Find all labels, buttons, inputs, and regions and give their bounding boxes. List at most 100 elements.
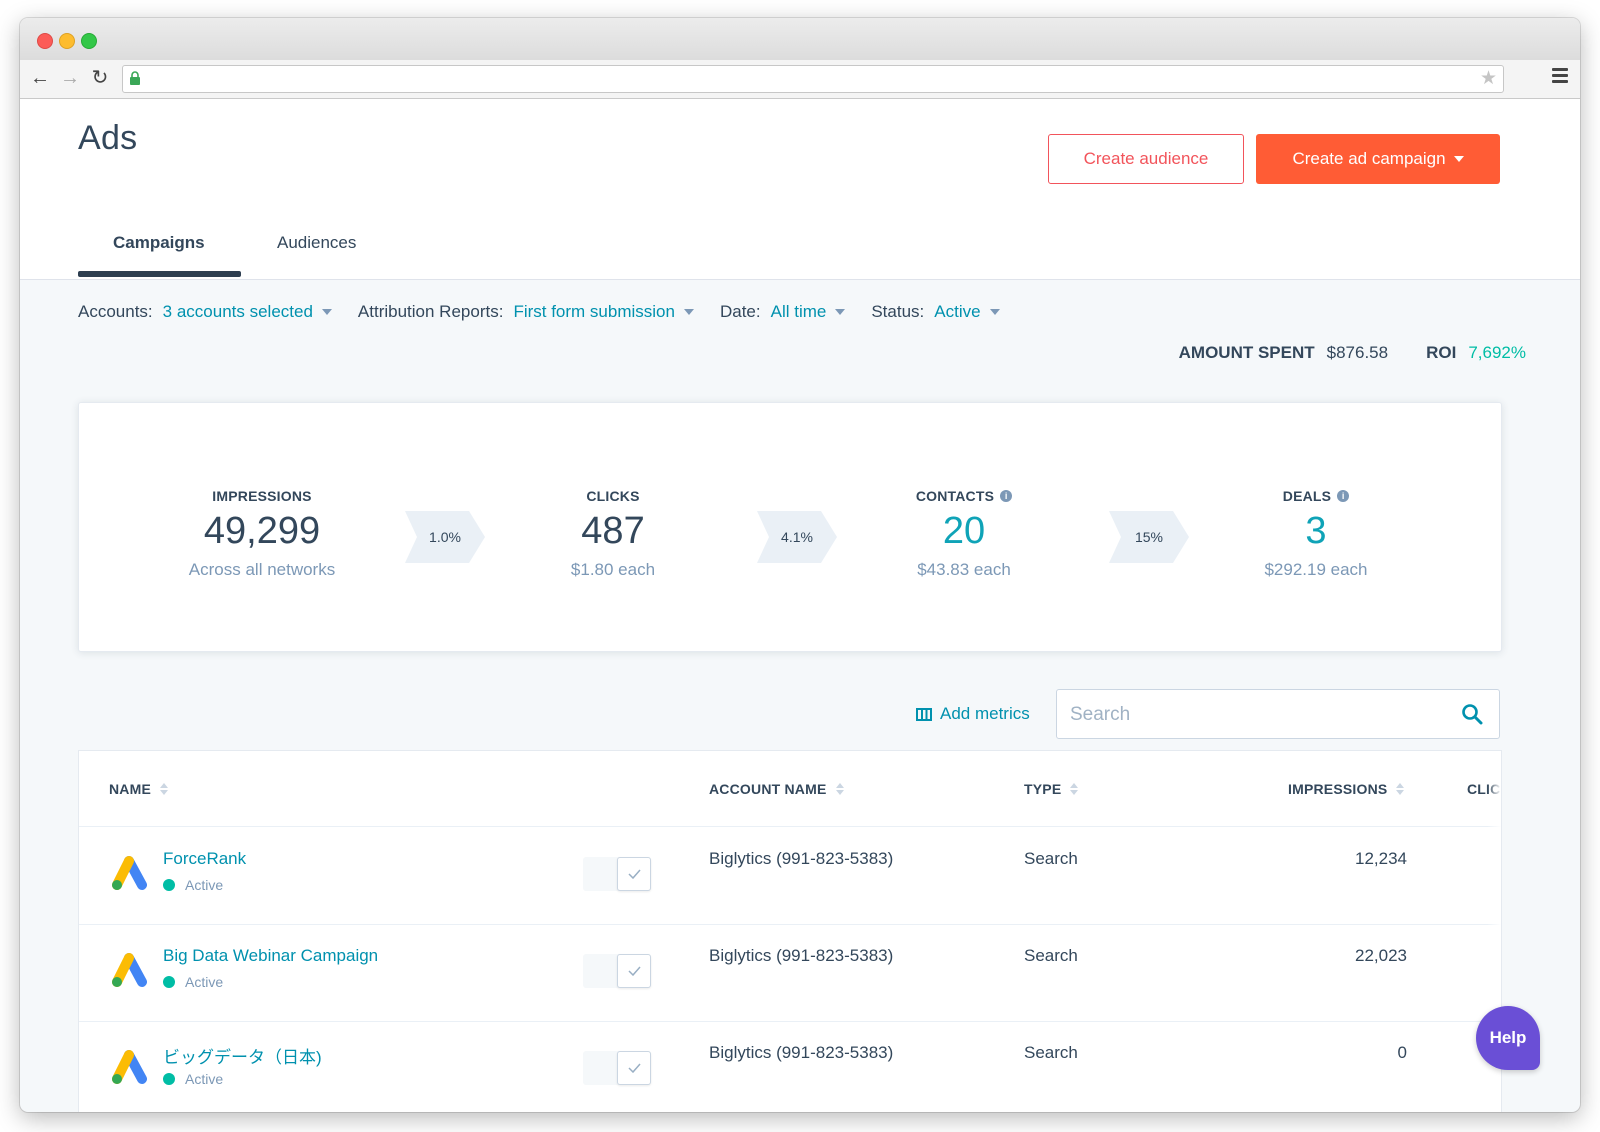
filter-value[interactable]: 3 accounts selected <box>163 302 313 322</box>
sort-icon <box>1396 783 1405 795</box>
metric-value: 49,299 <box>203 510 321 552</box>
tab-campaigns[interactable]: Campaigns <box>113 233 205 253</box>
active-tab-indicator <box>78 271 241 277</box>
maximize-window-button[interactable] <box>81 33 97 49</box>
info-icon[interactable]: i <box>1000 490 1013 502</box>
checkmark-icon <box>628 1063 641 1073</box>
google-ads-icon <box>109 952 149 995</box>
metric-subtext: $1.80 each <box>570 560 656 579</box>
metric-value: 487 <box>581 510 645 552</box>
column-header-type[interactable]: TYPE <box>1024 781 1079 797</box>
spend-summary: AMOUNT SPENT $876.58 ROI 7,692% <box>1179 343 1526 363</box>
add-metrics-button[interactable]: Add metrics <box>916 704 1030 724</box>
column-header-name[interactable]: NAME <box>109 781 169 797</box>
impressions-cell: 22,023 <box>1355 946 1407 965</box>
metric-value[interactable]: 20 <box>844 508 1084 554</box>
help-button[interactable]: Help <box>1476 1006 1540 1070</box>
status-dot <box>163 1073 175 1085</box>
add-metrics-label: Add metrics <box>940 704 1030 723</box>
browser-toolbar: ← → ↻ ★ <box>20 60 1580 99</box>
close-window-button[interactable] <box>37 33 53 49</box>
account-name-cell: Biglytics (991-823-5383) <box>709 946 894 965</box>
filter-label: Status: <box>871 302 925 321</box>
page-title: Ads <box>78 119 138 157</box>
conversion-rate: 1.0% <box>429 529 461 545</box>
table-row[interactable]: Big Data Webinar Campaign Active Biglyti… <box>79 924 1501 1022</box>
type-cell: Search <box>1024 1043 1078 1062</box>
browser-menu-icon[interactable] <box>1552 68 1568 86</box>
campaign-name-link[interactable]: Big Data Webinar Campaign <box>163 946 378 966</box>
campaign-status: Active <box>163 1071 223 1087</box>
clicks-metric: CLICKS 487 $1.80 each <box>493 488 733 580</box>
reload-icon[interactable]: ↻ <box>88 66 112 90</box>
date-filter[interactable]: Date: All time <box>720 302 846 322</box>
forward-arrow-icon[interactable]: → <box>58 66 82 90</box>
address-bar[interactable]: ★ <box>122 65 1504 93</box>
caret-down-icon <box>1453 156 1464 162</box>
campaign-toggle[interactable] <box>583 954 651 988</box>
create-audience-button[interactable]: Create audience <box>1048 134 1244 184</box>
metric-subtext: Across all networks <box>188 560 336 579</box>
caret-down-icon <box>835 309 846 315</box>
status-text: Active <box>185 1071 224 1087</box>
amount-spent-value: $876.58 <box>1326 343 1389 362</box>
search-icon[interactable] <box>1461 703 1483 730</box>
google-ads-icon <box>109 1049 149 1092</box>
sort-icon <box>160 783 169 795</box>
deals-metric: DEALS i 3 $292.19 each <box>1196 488 1436 580</box>
create-ad-campaign-label: Create ad campaign <box>1292 149 1446 168</box>
google-ads-icon <box>109 855 149 898</box>
lock-icon <box>129 70 141 91</box>
campaign-toggle[interactable] <box>583 1051 651 1085</box>
filter-value[interactable]: All time <box>771 302 827 322</box>
campaign-toggle[interactable] <box>583 857 651 891</box>
roi-label: ROI <box>1426 343 1457 362</box>
table-row[interactable]: ビッグデータ（日本) Active Biglytics (991-823-538… <box>79 1021 1501 1112</box>
metric-label: DEALS <box>1282 488 1332 504</box>
impressions-cell: 0 <box>1397 1043 1407 1062</box>
amount-spent-label: AMOUNT SPENT <box>1178 343 1315 362</box>
sort-icon <box>1070 783 1079 795</box>
conversion-rate-chevron: 1.0% <box>405 511 485 563</box>
filter-value[interactable]: First form submission <box>513 302 675 322</box>
account-name-cell: Biglytics (991-823-5383) <box>709 1043 894 1062</box>
status-filter[interactable]: Status: Active <box>871 302 1000 322</box>
table-row[interactable]: ForceRank Active Biglytics (991-823-5383… <box>79 827 1501 925</box>
sort-icon <box>835 783 844 795</box>
campaigns-table: NAME ACCOUNT NAME TYPE IMPRESSIONS CLIC <box>78 750 1502 1112</box>
search-input[interactable] <box>1057 690 1452 740</box>
caret-down-icon <box>683 309 694 315</box>
conversion-rate-chevron: 15% <box>1109 511 1189 563</box>
metric-value[interactable]: 3 <box>1196 508 1436 554</box>
type-cell: Search <box>1024 849 1078 868</box>
conversion-rate: 15% <box>1134 529 1164 545</box>
impressions-cell: 12,234 <box>1355 849 1407 868</box>
tab-audiences[interactable]: Audiences <box>277 233 356 253</box>
accounts-filter[interactable]: Accounts: 3 accounts selected <box>78 302 332 322</box>
status-text: Active <box>185 974 224 990</box>
metric-subtext: $292.19 each <box>1264 560 1368 579</box>
campaign-name-link[interactable]: ビッグデータ（日本) <box>163 1043 322 1068</box>
filter-value[interactable]: Active <box>934 302 980 322</box>
column-header-impressions[interactable]: IMPRESSIONS <box>1288 781 1405 797</box>
info-icon[interactable]: i <box>1337 490 1350 502</box>
status-text: Active <box>185 877 224 893</box>
column-header-account-name[interactable]: ACCOUNT NAME <box>709 781 844 797</box>
campaign-name-link[interactable]: ForceRank <box>163 849 246 869</box>
attribution-reports-filter[interactable]: Attribution Reports: First form submissi… <box>358 302 694 322</box>
account-name-cell: Biglytics (991-823-5383) <box>709 849 894 868</box>
table-header: NAME ACCOUNT NAME TYPE IMPRESSIONS CLIC <box>79 751 1501 827</box>
minimize-window-button[interactable] <box>59 33 75 49</box>
impressions-metric: IMPRESSIONS 49,299 Across all networks <box>142 488 382 580</box>
filter-label: Accounts: <box>78 302 153 321</box>
metric-label: CONTACTS <box>915 488 995 504</box>
search-box[interactable] <box>1056 689 1500 740</box>
back-arrow-icon[interactable]: ← <box>28 66 52 90</box>
metric-label: IMPRESSIONS <box>212 488 312 504</box>
campaign-status: Active <box>163 974 223 990</box>
filter-label: Attribution Reports: <box>357 302 504 321</box>
bookmark-star-icon[interactable]: ★ <box>1480 67 1497 90</box>
conversion-rate-chevron: 4.1% <box>757 511 837 563</box>
create-ad-campaign-button[interactable]: Create ad campaign <box>1256 134 1500 184</box>
checkmark-icon <box>628 966 641 976</box>
